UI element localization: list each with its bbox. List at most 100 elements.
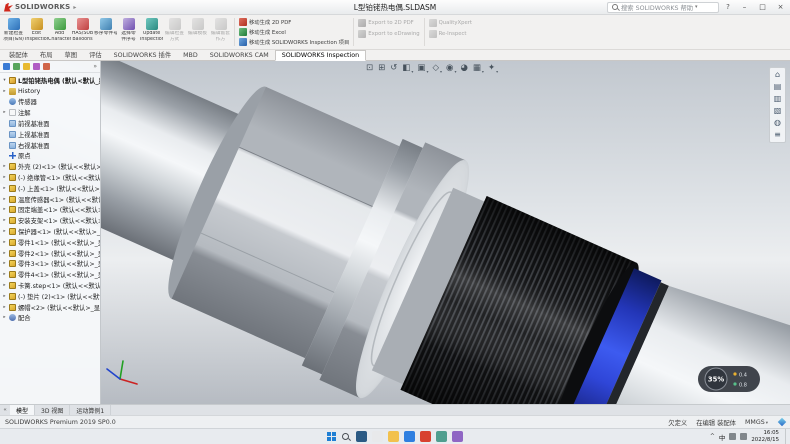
file-explorer-icon[interactable]: ▥ [774, 95, 782, 103]
ribbon-button[interactable]: 移序零件号 [94, 16, 117, 48]
design-library-icon[interactable]: ▤ [774, 83, 782, 91]
feature-tree-item[interactable]: ▸ History [2, 86, 100, 97]
search-scope-caret-icon[interactable]: ▾ [695, 4, 698, 10]
expand-arrow-icon[interactable]: ▸ [2, 229, 7, 234]
3d-model-canvas[interactable]: 35% 0.4 0.8 [0, 61, 790, 404]
display-style-icon[interactable]: ◇ ▾ [432, 63, 442, 74]
expand-arrow-icon[interactable]: ▸ [2, 89, 7, 94]
custom-properties-icon[interactable]: ≡ [774, 131, 781, 139]
ribbon-button[interactable]: 编辑嵌套 作方 [209, 16, 232, 48]
view-palette-icon[interactable]: ▧ [774, 107, 782, 115]
network-icon[interactable] [729, 433, 736, 440]
ribbon-row-button[interactable]: 移动生成 Excel [239, 28, 349, 36]
volume-icon[interactable] [740, 433, 747, 440]
ribbon-row-button[interactable]: Export to 2D PDF [358, 18, 419, 27]
taskbar-search-button[interactable] [341, 432, 351, 442]
command-tab[interactable]: 评估 [83, 49, 108, 60]
tag-gem-icon[interactable] [778, 418, 786, 426]
graphics-area[interactable]: 35% 0.4 0.8 ⊡ ⊞ ↺ ◧ ▾ [0, 61, 790, 404]
ribbon-button[interactable]: Add Characteristic [48, 16, 71, 48]
section-view-icon[interactable]: ◧ ▾ [402, 63, 413, 74]
feature-tree-item[interactable]: ▸ 零件4<1> (默认<<默认>_显示状 [2, 269, 100, 280]
feature-tree-item[interactable]: ▸ 零件2<1> (默认<<默认>_显示状 [2, 248, 100, 259]
units-selector[interactable]: MMGS▾ [745, 419, 768, 426]
apply-scene-icon[interactable]: ▦ ▾ [473, 63, 484, 74]
feature-tree-item[interactable]: ▸ (-) 垫片 (2)<1> (默认<<默认>_显 [2, 291, 100, 302]
expand-arrow-icon[interactable]: ▸ [2, 261, 7, 266]
feature-tree-item[interactable]: ▸ 零件3<1> (默认<<默认>_显示状 [2, 259, 100, 270]
app-menu-button[interactable]: SOLIDWORKS ▸ [0, 0, 80, 14]
expand-arrow-icon[interactable]: ▸ [2, 315, 7, 320]
expand-arrow-icon[interactable]: ▸ [2, 272, 7, 277]
clock[interactable]: 16:05 2022/8/15 [751, 430, 779, 443]
taskbar-app-icon[interactable] [356, 431, 367, 442]
featuremanager-tab-icon[interactable] [3, 63, 10, 70]
feature-tree-item[interactable]: ▸ 零件1<1> (默认<<默认>_显示状态 [2, 237, 100, 248]
document-tab[interactable]: 模型 [10, 405, 35, 415]
expand-arrow-icon[interactable]: ▸ [2, 283, 7, 288]
feature-tree-item[interactable]: ▸ (-) 绝缘管<1> (默认<<默认>_显示 [2, 172, 100, 183]
expand-arrow-icon[interactable]: ▸ [2, 240, 7, 245]
help-button[interactable]: ? [722, 3, 734, 11]
hide-show-items-icon[interactable]: ◉ ▾ [446, 63, 456, 74]
taskbar-app-icon[interactable] [420, 431, 431, 442]
feature-tree-item[interactable]: ▸ 固定端盖<1> (默认<<默认>_显示 [2, 205, 100, 216]
appearances-icon[interactable]: ◍ [774, 119, 781, 127]
feature-tree-item[interactable]: ▸ 配合 [2, 313, 100, 324]
solidworks-resources-icon[interactable]: ⌂ [775, 71, 780, 79]
tray-overflow-icon[interactable]: ^ [710, 433, 715, 440]
expand-arrow-icon[interactable]: ▸ [2, 186, 7, 191]
expand-arrow-icon[interactable]: ▸ [2, 218, 7, 223]
show-desktop-button[interactable] [785, 429, 787, 444]
taskbar-app-icon[interactable] [404, 431, 415, 442]
expand-arrow-icon[interactable]: ▸ [2, 110, 7, 115]
previous-view-icon[interactable]: ↺ [390, 63, 398, 74]
expand-arrow-icon[interactable]: ▸ [2, 207, 7, 212]
view-settings-icon[interactable]: ✦ ▾ [488, 63, 498, 74]
feature-tree-root[interactable]: ▾ L型铂铑热电偶 (默认<默认_显示状态-1 [2, 75, 100, 86]
ribbon-row-button[interactable]: 移动生成 2D PDF [239, 18, 349, 26]
ribbon-button[interactable]: 选择零 件序号 [117, 16, 140, 48]
configurationmanager-tab-icon[interactable] [23, 63, 30, 70]
dimxpertmanager-tab-icon[interactable] [33, 63, 40, 70]
command-tab[interactable]: 布局 [34, 49, 59, 60]
feature-tree-item[interactable]: ▸ 温度传感器<1> (默认<<默认>_显 [2, 194, 100, 205]
view-orientation-icon[interactable]: ▣ ▾ [417, 63, 428, 74]
help-search-input[interactable]: 搜索 SOLIDWORKS 帮助 ▾ [607, 2, 719, 13]
feature-tree-item[interactable]: 原点 [2, 151, 100, 162]
command-tab[interactable]: SOLIDWORKS CAM [204, 51, 275, 60]
displaymanager-tab-icon[interactable] [43, 63, 50, 70]
ribbon-button[interactable]: Update Inspection [140, 16, 163, 48]
feature-tree-item[interactable]: 右视基准面 [2, 140, 100, 151]
expand-arrow-icon[interactable]: ▸ [2, 251, 7, 256]
panel-overflow-icon[interactable]: » [93, 63, 97, 70]
feature-tree-item[interactable]: ▸ 安装支架<1> (默认<<默认>_显示 [2, 215, 100, 226]
feature-tree-item[interactable]: 上视基准面 [2, 129, 100, 140]
ribbon-button[interactable]: 编辑检查 方式 [163, 16, 186, 48]
expand-arrow-icon[interactable]: ▾ [2, 78, 7, 83]
feature-tree-item[interactable]: ▸ (-) 上盖<1> (默认<<默认>_显示状 [2, 183, 100, 194]
maximize-button[interactable]: □ [755, 0, 770, 14]
taskbar-app-icon[interactable] [388, 431, 399, 442]
feature-tree-item[interactable]: ▸ 注解 [2, 107, 100, 118]
command-tab[interactable]: SOLIDWORKS 插件 [108, 49, 177, 60]
command-tab[interactable]: MBD [177, 51, 204, 60]
feature-tree-item[interactable]: ▸ 卡簧.step<1> (默认<<默认>_显 [2, 280, 100, 291]
feature-tree-item[interactable]: ▸ 保护器<1> (默认<<默认>_显示状 [2, 226, 100, 237]
ribbon-button[interactable]: 编辑模板 [186, 16, 209, 48]
ribbon-row-button[interactable]: Export to eDrawing [358, 29, 419, 38]
zoom-fit-icon[interactable]: ⊡ [366, 63, 374, 74]
expand-arrow-icon[interactable]: ▸ [2, 294, 7, 299]
ribbon-button[interactable]: 新建检查 项目(&N) [2, 16, 25, 48]
edit-appearance-icon[interactable]: ◕ [460, 63, 468, 74]
zoom-area-icon[interactable]: ⊞ [378, 63, 386, 74]
expand-arrow-icon[interactable]: ▸ [2, 164, 7, 169]
ribbon-button[interactable]: Edit Inspection [25, 16, 48, 48]
document-tab[interactable]: 运动算例1 [70, 405, 111, 415]
ribbon-row-button[interactable]: Re-Inspect [429, 29, 472, 38]
command-tab[interactable]: 草图 [58, 49, 83, 60]
command-tab[interactable]: 装配体 [3, 49, 34, 60]
expand-arrow-icon[interactable]: ▸ [2, 197, 7, 202]
propertymanager-tab-icon[interactable] [13, 63, 20, 70]
feature-tree-item[interactable]: 前视基准面 [2, 118, 100, 129]
